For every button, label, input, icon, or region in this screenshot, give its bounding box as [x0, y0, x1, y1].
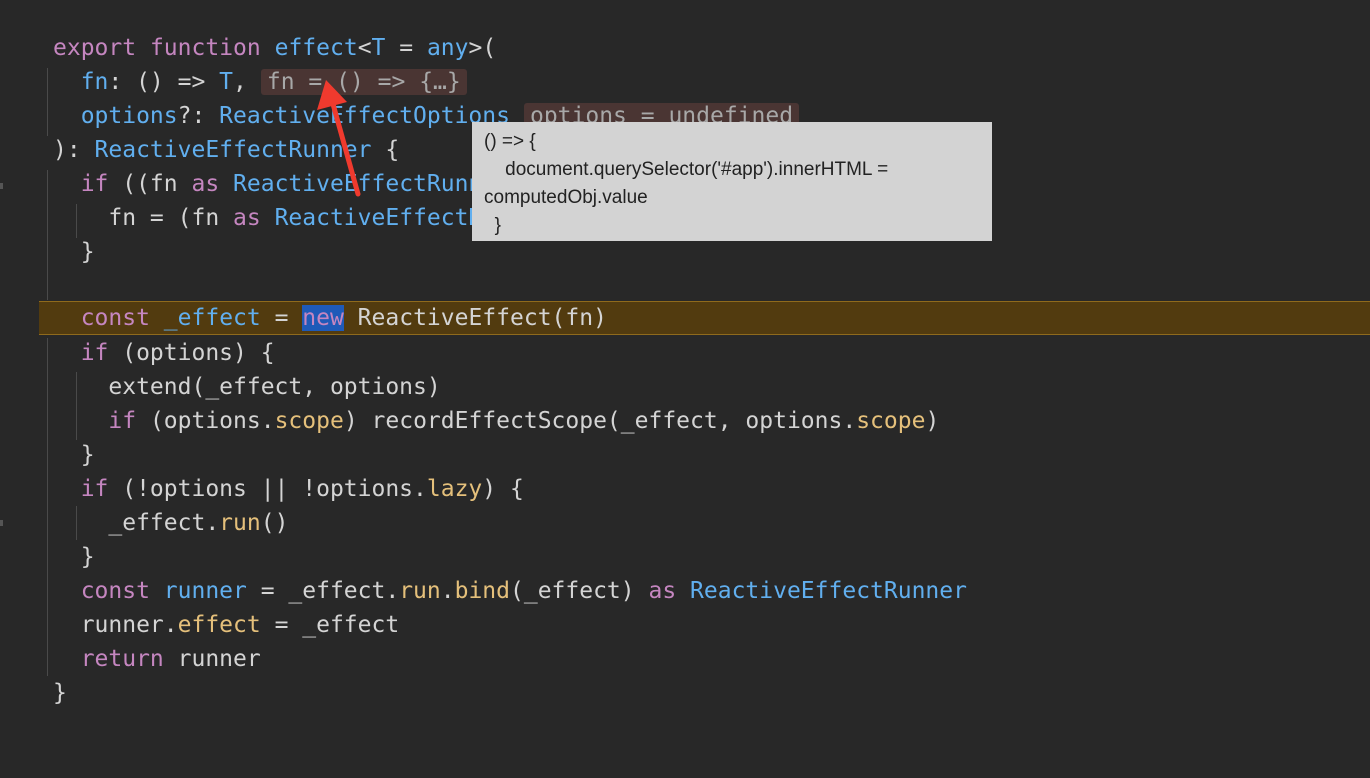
annotation-arrow-icon: [317, 80, 361, 197]
code-editor[interactable]: export function effect<T = any>( fn: () …: [0, 0, 1370, 748]
